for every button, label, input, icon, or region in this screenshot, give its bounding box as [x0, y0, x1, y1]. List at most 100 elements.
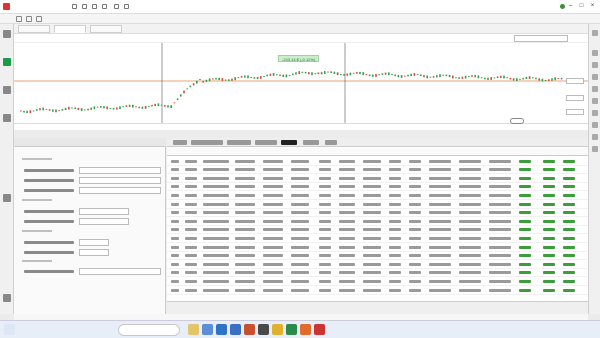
fib-icon[interactable]: [592, 86, 598, 92]
table-row[interactable]: [167, 191, 588, 200]
candle: [445, 74, 448, 77]
param-row[interactable]: [24, 249, 164, 257]
settings-icon[interactable]: [114, 4, 119, 9]
table-row[interactable]: [167, 234, 588, 243]
table-cell: [519, 219, 531, 223]
table-row[interactable]: [167, 277, 588, 286]
table-cell: [489, 245, 511, 249]
trash-icon[interactable]: [592, 146, 598, 152]
folder-icon[interactable]: [102, 4, 107, 9]
close-button[interactable]: ×: [588, 2, 597, 11]
table-row[interactable]: [167, 157, 588, 166]
tab-trade-statistics[interactable]: [191, 140, 223, 145]
table-row[interactable]: [167, 226, 588, 235]
candle: [138, 106, 140, 109]
candle: [36, 109, 38, 111]
table-row[interactable]: [167, 209, 588, 218]
powerpoint-icon[interactable]: [244, 324, 255, 335]
param-row[interactable]: [24, 239, 164, 247]
instrument-selector[interactable]: [514, 35, 568, 42]
candle: [170, 105, 172, 109]
list-icon[interactable]: [3, 86, 11, 94]
candle: [528, 76, 531, 80]
alert-icon[interactable]: [3, 194, 11, 202]
param-row[interactable]: [24, 187, 164, 195]
table-cell: [519, 271, 531, 275]
candle: [260, 76, 262, 79]
indicator-icon[interactable]: [36, 16, 42, 22]
table-cell: [171, 185, 179, 189]
param-row[interactable]: [24, 177, 164, 185]
new-chart-icon[interactable]: [16, 16, 22, 22]
table-cell: [489, 228, 511, 232]
table-row[interactable]: [167, 166, 588, 175]
redo-icon[interactable]: [92, 4, 97, 9]
candle: [477, 75, 480, 79]
timeframe-icon[interactable]: [26, 16, 32, 22]
tab-log[interactable]: [325, 140, 337, 145]
zoom-icon[interactable]: [592, 122, 598, 128]
bell-icon[interactable]: [124, 4, 129, 9]
tab-positions[interactable]: [227, 140, 251, 145]
lock-icon[interactable]: [592, 30, 598, 36]
link-icon[interactable]: [3, 114, 11, 122]
taskbar-search[interactable]: [118, 324, 180, 336]
chart-tab[interactable]: [90, 25, 122, 33]
table-cell: [171, 288, 179, 292]
tab-orders[interactable]: [255, 140, 277, 145]
table-cell: [543, 236, 555, 240]
table-row[interactable]: [167, 243, 588, 252]
table-row[interactable]: [167, 269, 588, 278]
chart-icon[interactable]: [3, 30, 11, 38]
tab-history[interactable]: [281, 140, 297, 145]
tab-events[interactable]: [303, 140, 319, 145]
excel-icon[interactable]: [286, 324, 297, 335]
text-icon[interactable]: [592, 98, 598, 104]
ruler-icon[interactable]: [592, 110, 598, 116]
firefox-icon[interactable]: [300, 324, 311, 335]
strategy-icon[interactable]: [3, 58, 11, 66]
table-row[interactable]: [167, 200, 588, 209]
table-row[interactable]: [167, 217, 588, 226]
table-cell: [409, 185, 421, 189]
chrome-icon[interactable]: [272, 324, 283, 335]
table-cell: [409, 288, 421, 292]
maximize-button[interactable]: □: [577, 2, 586, 11]
magnet-icon[interactable]: [592, 134, 598, 140]
table-cell: [319, 211, 331, 215]
line-icon[interactable]: [592, 74, 598, 80]
word-icon[interactable]: [230, 324, 241, 335]
price-tag: [566, 109, 584, 115]
param-row[interactable]: [24, 218, 164, 226]
table-row[interactable]: [167, 286, 588, 295]
settings-icon[interactable]: [3, 294, 11, 302]
chart-tab[interactable]: [18, 25, 50, 33]
chart-tab-active[interactable]: [54, 25, 86, 33]
table-row[interactable]: [167, 183, 588, 192]
table-row[interactable]: [167, 252, 588, 261]
param-row[interactable]: [24, 268, 164, 276]
candle: [314, 73, 316, 75]
start-icon[interactable]: [4, 324, 15, 335]
table-row[interactable]: [167, 174, 588, 183]
file-explorer-icon[interactable]: [188, 324, 199, 335]
section-header: [22, 230, 52, 232]
store-icon[interactable]: [202, 324, 213, 335]
table-row[interactable]: [167, 260, 588, 269]
cursor-icon[interactable]: [592, 50, 598, 56]
param-row[interactable]: [24, 167, 164, 175]
pencil-icon[interactable]: [592, 62, 598, 68]
mt5-icon[interactable]: [314, 324, 325, 335]
undo-icon[interactable]: [82, 4, 87, 9]
time-scroll-handle[interactable]: [510, 118, 524, 124]
price-chart[interactable]: -243.14 $ (-0.12%): [14, 43, 588, 129]
save-icon[interactable]: [72, 4, 77, 9]
outlook-icon[interactable]: [216, 324, 227, 335]
minimize-button[interactable]: –: [566, 2, 575, 11]
tab-equity[interactable]: [173, 140, 187, 145]
terminal-icon[interactable]: [258, 324, 269, 335]
table-cell: [263, 202, 283, 206]
table-cell: [203, 271, 229, 275]
table-cell: [263, 236, 283, 240]
param-row[interactable]: [24, 208, 164, 216]
